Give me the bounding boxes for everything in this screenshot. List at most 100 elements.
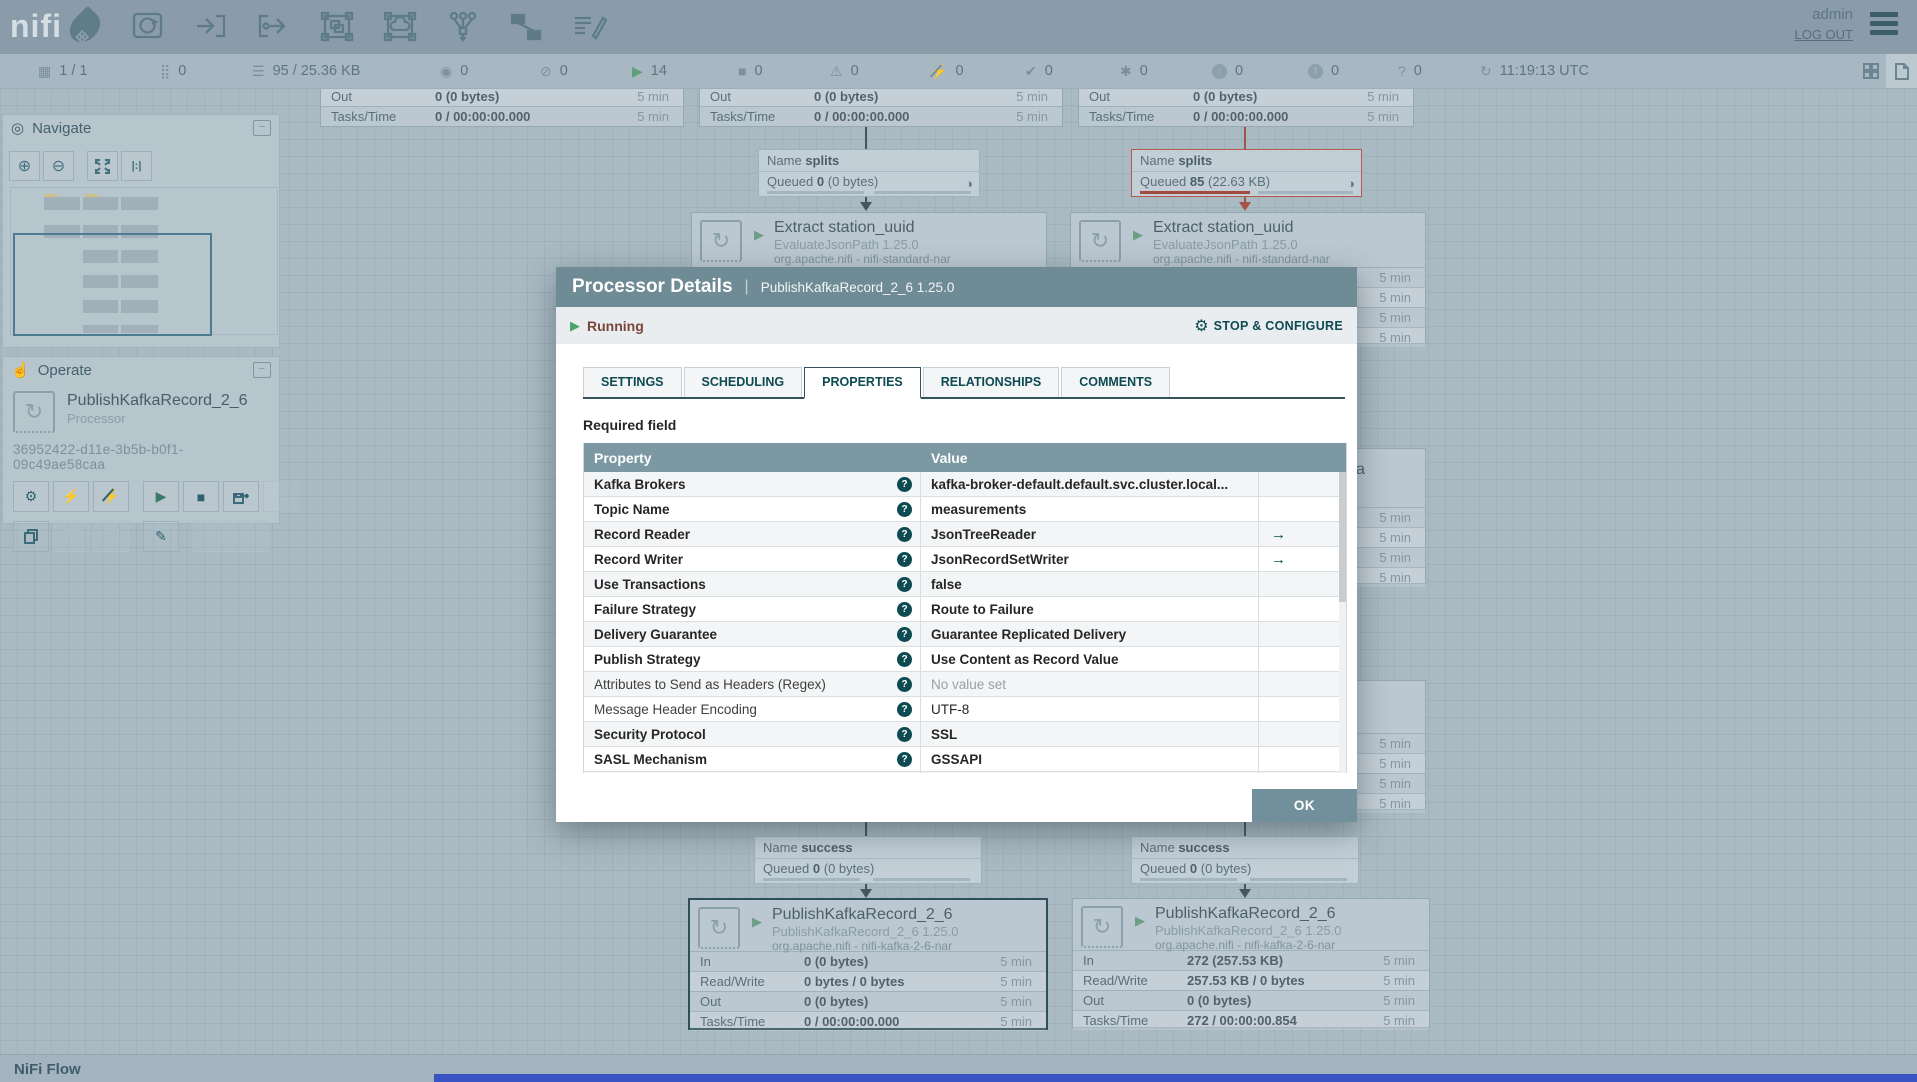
page-view-button[interactable] [1886,54,1917,88]
processor-publishkafkarecord[interactable]: ↻ ▶ PublishKafkaRecord_2_6 PublishKafkaR… [1072,898,1430,1028]
table-row[interactable]: Publish Strategy? Use Content as Record … [584,647,1346,672]
collapse-operate-button[interactable]: − [253,362,271,378]
processor-component-icon[interactable] [128,8,168,46]
help-icon[interactable]: ? [897,627,912,642]
connection-label-splits-backpressure[interactable]: Name splits Queued 85 (22.63 KB) ◑ [1131,149,1362,197]
selected-component-type: Processor [67,411,248,426]
table-row[interactable]: Use Transactions? false [584,572,1346,597]
scrollbar-thumb[interactable] [1339,472,1346,602]
help-icon[interactable]: ? [897,577,912,592]
group-button[interactable] [93,521,129,552]
partial-processor-block[interactable]: Out0 (0 bytes)5 min Tasks/Time0 / 00:00:… [320,85,684,127]
partial-processor-block[interactable]: Out0 (0 bytes)5 min Tasks/Time0 / 00:00:… [1078,85,1414,127]
dialog-header: Processor Details | PublishKafkaRecord_2… [556,267,1357,307]
table-row[interactable]: Security Protocol? SSL [584,722,1346,747]
process-group-component-icon[interactable] [317,8,357,46]
global-menu-icon[interactable] [1870,12,1898,39]
help-icon[interactable]: ? [897,602,912,617]
tab-relationships[interactable]: RELATIONSHIPS [923,367,1059,397]
refresh-icon[interactable]: ↻ [1480,64,1492,78]
partial-processor-block[interactable]: Out0 (0 bytes)5 min Tasks/Time0 / 00:00:… [699,85,1063,127]
ok-button[interactable]: OK [1252,789,1357,822]
selected-component-name: PublishKafkaRecord_2_6 [67,391,248,411]
up-to-date-icon: ✔ [1025,64,1037,78]
table-row[interactable]: SASL Mechanism? GSSAPI [584,747,1346,772]
zoom-actual-size-button[interactable]: |:| [121,151,152,181]
copy-button[interactable] [13,521,49,552]
help-icon[interactable]: ? [897,677,912,692]
configure-button[interactable]: ⚙ [13,481,49,512]
fill-color-button[interactable]: ✎ [143,521,179,552]
output-port-component-icon[interactable] [254,8,294,46]
table-row[interactable]: Failure Strategy? Route to Failure [584,597,1346,622]
zoom-out-button[interactable]: ⊖ [43,151,74,181]
processor-publishkafkarecord-selected[interactable]: ↻ ▶ PublishKafkaRecord_2_6 PublishKafkaR… [688,898,1048,1030]
tab-comments[interactable]: COMMENTS [1061,367,1170,397]
collapse-navigate-button[interactable]: − [253,120,271,136]
stop-and-configure-button[interactable]: ⚙ STOP & CONFIGURE [1194,316,1343,336]
tab-settings[interactable]: SETTINGS [583,367,682,397]
queue-size-bar [874,191,971,194]
label-component-icon[interactable] [569,8,609,46]
save-template-icon [233,490,249,504]
help-icon[interactable]: ? [897,477,912,492]
help-icon[interactable]: ? [897,527,912,542]
upload-template-button[interactable]: ↥ [263,481,299,512]
paste-icon [64,529,79,544]
not-transmitting-icon: ⊘ [540,64,552,78]
tab-scheduling[interactable]: SCHEDULING [684,367,803,397]
zoom-in-button[interactable]: ⊕ [9,151,40,181]
help-icon[interactable]: ? [897,652,912,667]
queue-count-bar-full [1140,191,1250,194]
zoom-fit-button[interactable] [87,151,118,181]
help-icon[interactable]: ? [897,727,912,742]
create-template-button[interactable] [223,481,259,512]
hand-icon: ☝ [11,361,30,379]
component-toolbar [128,8,609,46]
running-icon: ▶ [632,64,643,78]
logout-link[interactable]: LOG OUT [1794,27,1853,42]
processor-icon: ↻ [698,907,740,949]
goto-service-icon[interactable]: → [1259,551,1339,568]
active-threads-icon: ⣿ [160,64,170,78]
bottom-scroll-indicator[interactable] [434,1074,1917,1082]
funnel-component-icon[interactable] [443,8,483,46]
template-component-icon[interactable] [506,8,546,46]
breadcrumb-nifi-flow[interactable]: NiFi Flow [14,1061,81,1078]
minimap-viewport[interactable] [13,233,212,336]
table-row[interactable]: Topic Name? measurements [584,497,1346,522]
goto-service-icon[interactable]: → [1259,526,1339,543]
help-icon[interactable]: ? [897,702,912,717]
processor-icon: ↻ [1079,220,1121,262]
table-row[interactable]: Kafka Brokers? kafka-broker-default.defa… [584,472,1346,497]
paste-button[interactable] [53,521,89,552]
stop-button[interactable]: ■ [183,481,219,512]
upload-icon: ↥ [275,488,287,505]
input-port-component-icon[interactable] [191,8,231,46]
enable-button[interactable]: ⚡ [53,481,89,512]
help-icon[interactable]: ? [897,502,912,517]
help-icon[interactable]: ? [897,752,912,767]
birdseye-minimap[interactable] [10,187,278,335]
dialog-tabs: SETTINGS SCHEDULING PROPERTIES RELATIONS… [583,367,1345,399]
start-button[interactable]: ▶ [143,481,179,512]
table-row[interactable]: Record Writer? JsonRecordSetWriter→ [584,547,1346,572]
table-row[interactable]: Attributes to Send as Headers (Regex)? N… [584,672,1346,697]
table-row[interactable]: Message Header Encoding? UTF-8 [584,697,1346,722]
table-row[interactable]: Delivery Guarantee? Guarantee Replicated… [584,622,1346,647]
disable-button[interactable]: ⚡ [93,481,129,512]
gear-icon: ⚙ [1194,316,1208,336]
tab-properties[interactable]: PROPERTIES [804,367,921,399]
table-scrollbar[interactable] [1339,472,1346,773]
summary-grid-button[interactable] [1855,54,1886,88]
table-row[interactable]: Kerberos Credentials Service? No value s… [584,772,1346,773]
delete-button[interactable]: DELETE [193,521,269,552]
connection-label-splits[interactable]: Name splits Queued 0 (0 bytes) ◑ [758,149,980,197]
connection-label-success[interactable]: Name success Queued 0 (0 bytes) [1131,836,1359,884]
bolt-slash-icon: ⚡ [102,488,119,505]
connection-label-success[interactable]: Name success Queued 0 (0 bytes) [754,836,982,884]
help-icon[interactable]: ? [897,552,912,567]
remote-process-group-component-icon[interactable] [380,8,420,46]
table-row[interactable]: Record Reader? JsonTreeReader→ [584,522,1346,547]
running-status-icon: ▶ [570,318,580,334]
